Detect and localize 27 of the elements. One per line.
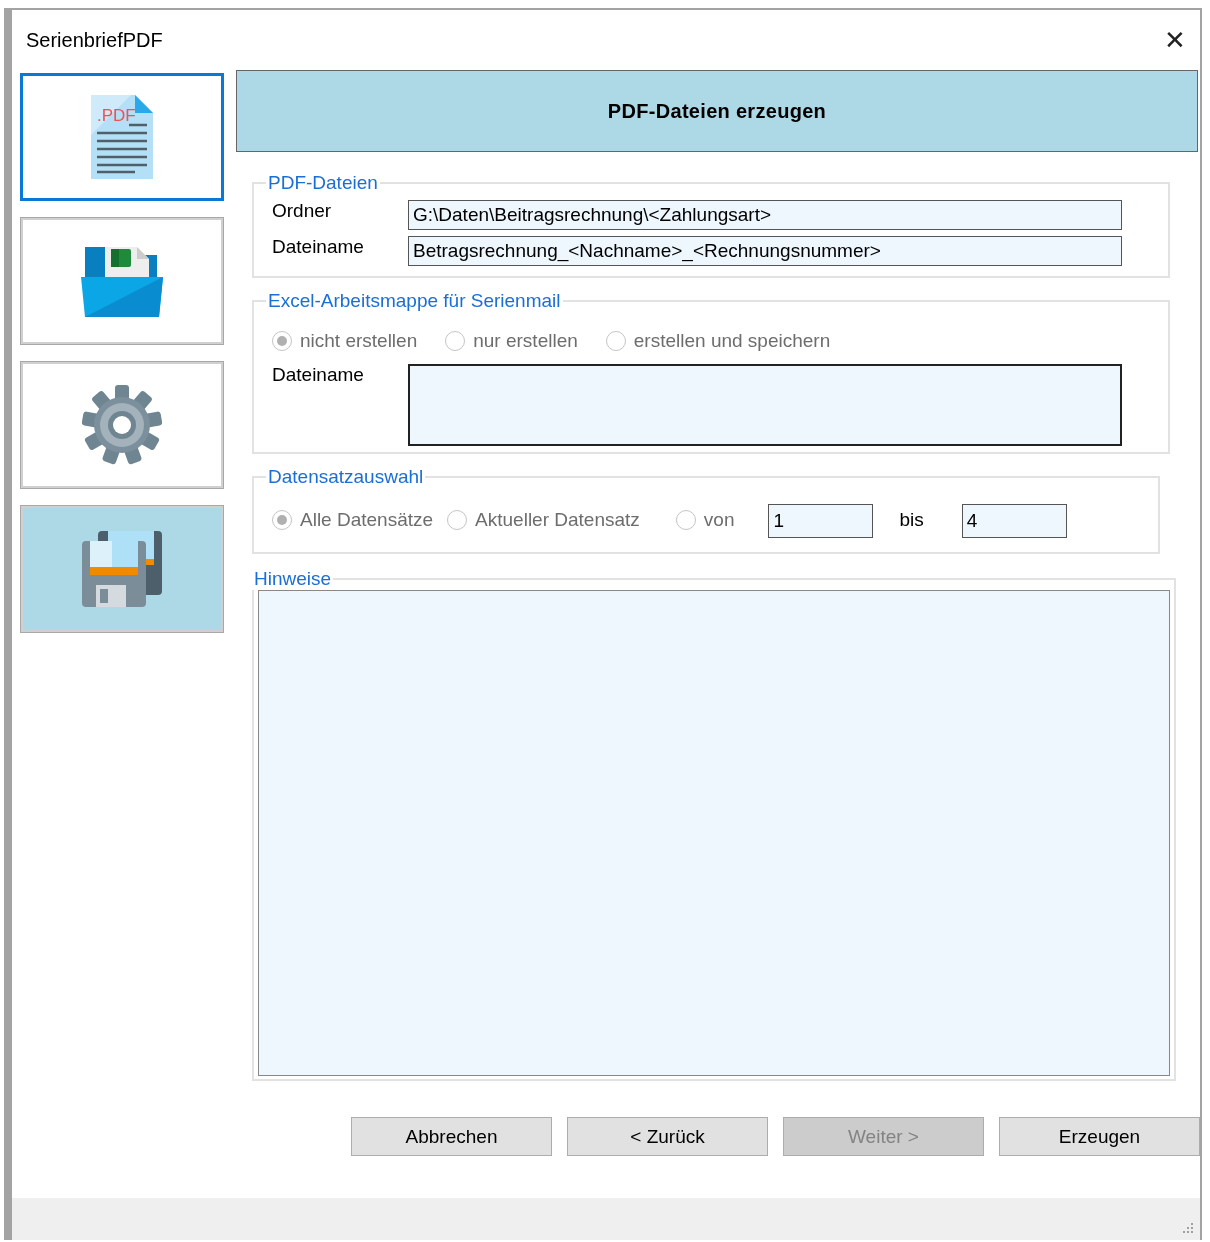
to-field[interactable]: 4 (961, 504, 1067, 538)
text-field[interactable]: G:\Daten\Beitragsrechnung\<Zahlungsart> (408, 200, 1122, 230)
group-legend: Hinweise (252, 568, 334, 590)
dialog-button[interactable]: Erzeugen (999, 1117, 1200, 1156)
folder-spreadsheet-icon (81, 245, 163, 317)
group-legend: Datensatzauswahl (266, 466, 426, 488)
from-field[interactable]: 1 (768, 504, 874, 538)
group-legend: PDF-Dateien (266, 172, 380, 194)
field-label: Dateiname (272, 364, 365, 386)
gear-icon (82, 385, 162, 465)
window-title: SerienbriefPDF (26, 28, 163, 52)
to-label: bis (899, 509, 924, 531)
pdf-document-icon: .PDF (91, 95, 153, 179)
field-label: Ordner (272, 200, 333, 222)
close-button[interactable]: ✕ (1150, 17, 1200, 63)
sidebar-step-button[interactable] (20, 361, 224, 489)
sidebar-step-button[interactable] (20, 217, 224, 345)
dialog-button[interactable]: < Zurück (567, 1117, 768, 1156)
file-name-field[interactable] (408, 364, 1122, 446)
text-field[interactable]: Betragsrechnung_<Nachname>_<Rechnungsnummer> (408, 236, 1122, 266)
header-title: PDF-Dateien erzeugen (607, 99, 827, 123)
sidebar-step-button[interactable] (20, 505, 224, 633)
floppy-disks-icon (82, 531, 162, 607)
field-label: Dateiname (272, 236, 365, 258)
group-legend: Excel-Arbeitsmappe für Serienmail (266, 290, 563, 312)
resize-grip-icon (1180, 1222, 1194, 1236)
dialog-button[interactable]: Abbrechen (351, 1117, 552, 1156)
